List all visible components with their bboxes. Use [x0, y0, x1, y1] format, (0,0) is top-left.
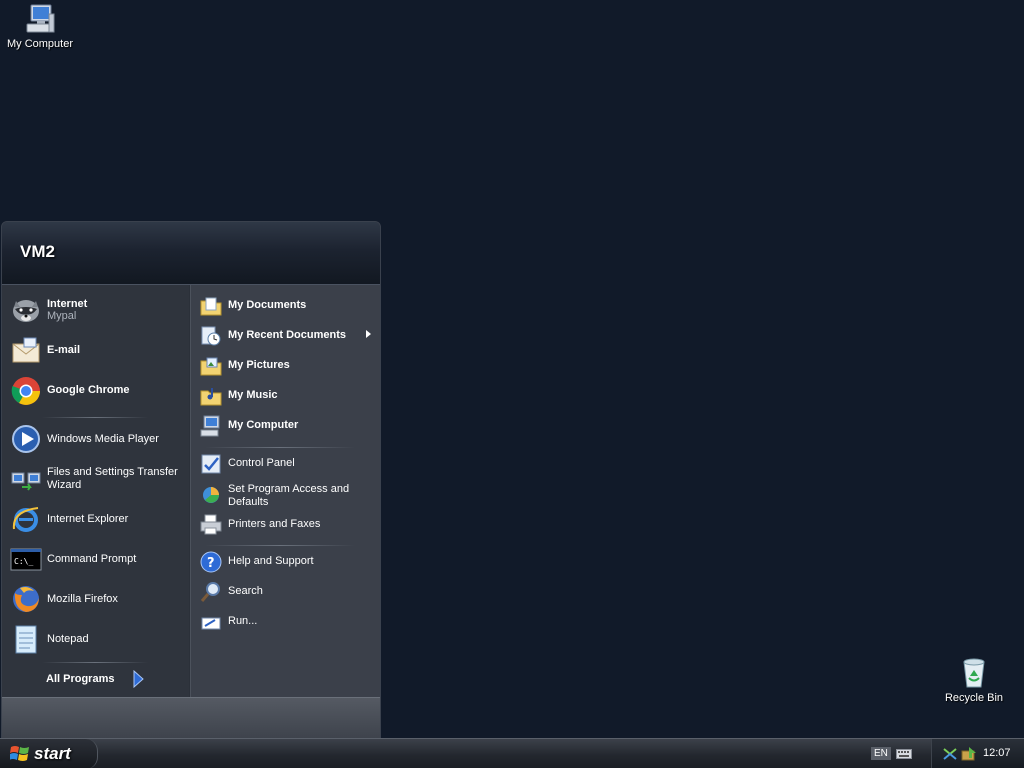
place-my-pictures[interactable]: My Pictures: [199, 354, 375, 378]
music-folder-icon: [200, 388, 222, 406]
search-icon: [200, 582, 220, 602]
recent-transfer-wizard[interactable]: Files and Settings Transfer Wizard: [10, 463, 186, 497]
system-printers-and-faxes[interactable]: Printers and Faxes: [199, 513, 375, 537]
my-computer-icon: [26, 4, 55, 33]
start-menu-programs-column: Internet Mypal E-mail Google Chrome Wind…: [2, 285, 189, 697]
recent-mozilla-firefox[interactable]: Mozilla Firefox: [10, 583, 186, 617]
place-label: My Recent Documents: [228, 329, 346, 341]
help-label: Help and Support: [228, 555, 314, 567]
svg-text:?: ?: [207, 556, 215, 571]
svg-text:C:\_: C:\_: [14, 557, 33, 566]
pinned-google-chrome[interactable]: Google Chrome: [10, 375, 186, 409]
pictures-folder-icon: [200, 357, 222, 376]
pinned-title: E-mail: [47, 344, 81, 356]
command-prompt-icon: C:\_: [10, 548, 42, 571]
media-player-icon: [12, 425, 40, 453]
separator: [205, 545, 355, 546]
start-menu-header: VM2: [2, 222, 380, 285]
user-name: VM2: [20, 242, 55, 261]
start-label: start: [34, 744, 71, 763]
help-icon: ?: [200, 551, 222, 573]
place-my-computer[interactable]: My Computer: [199, 414, 375, 438]
system-tray: 12:07: [931, 739, 1024, 768]
arrow-right-icon: [133, 670, 144, 688]
run-icon: [201, 617, 221, 630]
separator: [42, 662, 148, 663]
clock[interactable]: 12:07: [983, 747, 1011, 759]
place-my-recent-documents[interactable]: My Recent Documents: [199, 324, 375, 348]
all-programs-button[interactable]: All Programs: [46, 673, 114, 685]
language-indicator[interactable]: EN: [871, 747, 891, 760]
desktop-icon-my-computer[interactable]: My Computer: [0, 2, 80, 50]
recent-notepad[interactable]: Notepad: [10, 623, 186, 657]
separator: [42, 417, 148, 418]
printer-icon: [200, 514, 222, 535]
system-label: Set Program Access and Defaults: [228, 483, 350, 508]
network-icon[interactable]: [942, 747, 958, 761]
recycle-bin-icon: [963, 658, 985, 688]
firefox-icon: [13, 586, 39, 612]
search[interactable]: Search: [199, 580, 375, 604]
mypal-raccoon-icon: [13, 300, 39, 322]
pinned-subtitle: Mypal: [47, 310, 77, 322]
recent-label: Command Prompt: [47, 553, 137, 565]
windows-logo-icon: [10, 746, 29, 761]
control-panel-icon: [201, 454, 221, 474]
notepad-icon: [15, 625, 37, 654]
safely-remove-hardware-icon[interactable]: [960, 746, 978, 762]
recent-internet-explorer[interactable]: Internet Explorer: [10, 503, 186, 537]
place-label: My Pictures: [228, 359, 290, 371]
email-icon: [12, 337, 40, 363]
my-computer-icon: [200, 415, 220, 437]
help-and-support[interactable]: ? Help and Support: [199, 550, 375, 574]
start-menu: VM2 Internet Mypal E-mail Google Chrome …: [1, 221, 381, 740]
taskbar: start EN 12:07: [0, 738, 1024, 768]
pinned-title: Internet: [47, 298, 88, 310]
recent-command-prompt[interactable]: C:\_ Command Prompt: [10, 543, 186, 577]
recent-windows-media-player[interactable]: Windows Media Player: [10, 423, 186, 457]
start-button[interactable]: start: [0, 739, 98, 768]
separator: [205, 447, 355, 448]
recent-label: Files and Settings Transfer Wizard: [47, 466, 178, 491]
place-my-documents[interactable]: My Documents: [199, 294, 375, 318]
system-control-panel[interactable]: Control Panel: [199, 452, 375, 476]
program-defaults-icon: [203, 487, 219, 503]
recent-label: Windows Media Player: [47, 433, 159, 445]
pinned-title: Google Chrome: [47, 384, 130, 396]
submenu-arrow-icon: [366, 330, 371, 338]
recent-label: Internet Explorer: [47, 513, 129, 525]
recent-label: Mozilla Firefox: [47, 593, 118, 605]
recent-label: Notepad: [47, 633, 89, 645]
place-my-music[interactable]: My Music: [199, 384, 375, 408]
keyboard-icon[interactable]: [896, 748, 912, 760]
start-menu-places-column: My Documents My Recent Documents My Pict…: [190, 285, 380, 697]
place-label: My Music: [228, 389, 278, 401]
internet-explorer-icon: [12, 507, 39, 532]
system-label: Control Panel: [228, 457, 295, 469]
desktop-icon-label: My Computer: [6, 38, 74, 50]
desktop-icon-recycle-bin[interactable]: Recycle Bin: [934, 656, 1014, 704]
place-label: My Documents: [228, 299, 307, 311]
help-label: Search: [228, 585, 263, 597]
pinned-email[interactable]: E-mail: [10, 335, 186, 369]
recent-documents-icon: [201, 326, 221, 346]
system-program-defaults[interactable]: Set Program Access and Defaults: [199, 482, 375, 510]
desktop-icon-label: Recycle Bin: [944, 692, 1004, 704]
place-label: My Computer: [228, 419, 299, 431]
chrome-icon: [11, 377, 40, 405]
help-label: Run...: [228, 615, 258, 627]
system-label: Printers and Faxes: [228, 518, 321, 530]
documents-folder-icon: [200, 297, 222, 316]
pinned-internet[interactable]: Internet Mypal: [10, 294, 186, 328]
start-menu-body: Internet Mypal E-mail Google Chrome Wind…: [2, 285, 380, 697]
start-menu-footer: [2, 697, 380, 739]
run[interactable]: Run...: [199, 610, 375, 634]
transfer-wizard-icon: [11, 472, 41, 491]
